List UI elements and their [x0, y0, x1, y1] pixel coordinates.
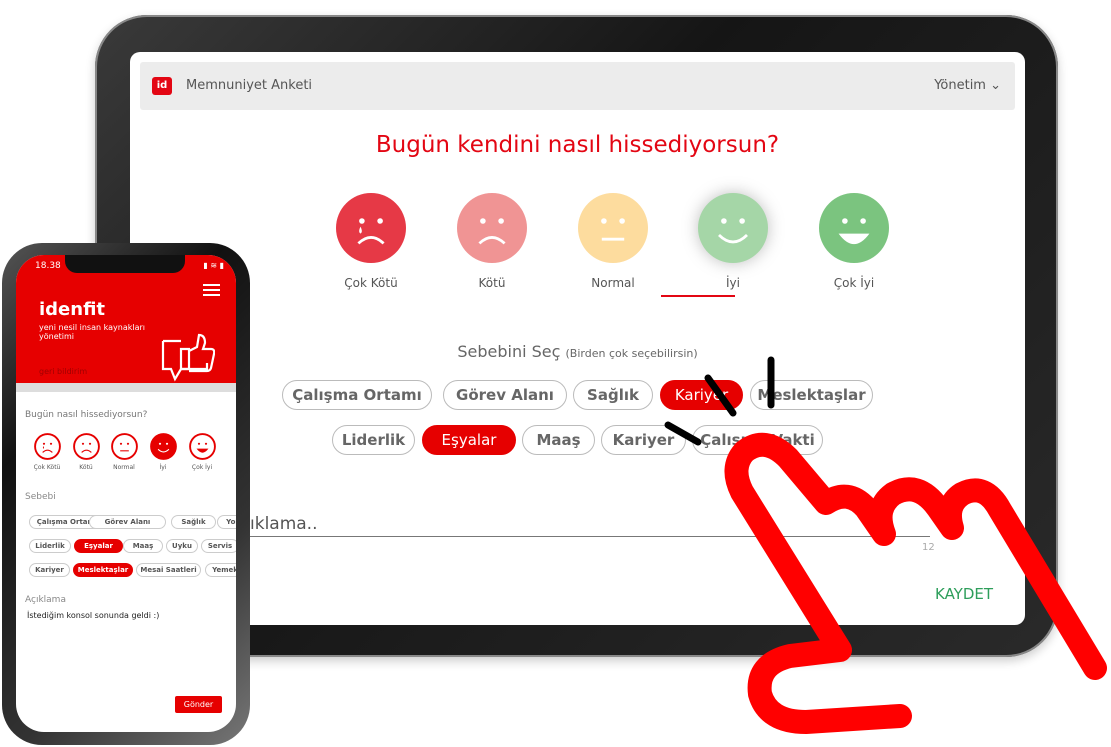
- phone-reason-chip[interactable]: Sağlık: [171, 515, 216, 529]
- reason-chip[interactable]: Çalışma Ortamı: [282, 380, 432, 410]
- phone-reason-chip[interactable]: Yemek: [205, 563, 236, 577]
- top-bar: id Memnuniyet Anketi Yönetim ⌄: [140, 62, 1015, 110]
- send-button[interactable]: Gönder: [175, 696, 222, 713]
- phone-reason-chip[interactable]: Eşyalar: [74, 539, 123, 553]
- brand-tagline: yeni nesil insan kaynakları yönetimi: [39, 323, 145, 341]
- phone-notch: [65, 255, 185, 273]
- mood-label: Kötü: [478, 276, 506, 290]
- face-icon: [336, 193, 406, 263]
- app-logo: id: [152, 77, 172, 95]
- phone-reason-title: Sebebi: [25, 492, 56, 502]
- face-icon: [819, 193, 889, 263]
- reason-chip[interactable]: Sağlık: [573, 380, 653, 410]
- management-menu[interactable]: Yönetim ⌄: [934, 77, 1001, 95]
- reason-title: Sebebini Seç (Birden çok seçebilirsin): [130, 342, 1025, 361]
- reason-chip[interactable]: Kariyer: [601, 425, 686, 455]
- reason-title-text: Sebebini Seç: [457, 342, 561, 361]
- mood-question: Bugün kendini nasıl hissediyorsun?: [375, 132, 780, 158]
- reason-chip[interactable]: Maaş: [522, 425, 595, 455]
- phone-mood-label: Kötü: [79, 464, 93, 471]
- phone-mood-option[interactable]: [34, 433, 61, 460]
- status-time: 18.38: [35, 261, 61, 271]
- hamburger-menu-icon[interactable]: [203, 284, 220, 296]
- save-button[interactable]: KAYDET: [935, 585, 993, 603]
- selected-mood-underline: [661, 295, 735, 297]
- mood-label: İyi: [726, 276, 740, 290]
- phone-reason-chip[interactable]: Servis: [201, 539, 236, 553]
- phone-reason-chip[interactable]: Mesai Saatleri: [136, 563, 201, 577]
- reason-chip[interactable]: Meslektaşlar: [750, 380, 873, 410]
- phone-mood-option[interactable]: [150, 433, 177, 460]
- phone-reason-chip[interactable]: Maaş: [123, 539, 163, 553]
- face-icon: [73, 433, 100, 460]
- tablet-screen: id Memnuniyet Anketi Yönetim ⌄ Bugün ken…: [130, 52, 1025, 625]
- phone-mood-option[interactable]: [73, 433, 100, 460]
- phone-mood-question: Bugün nasıl hissediyorsun?: [25, 410, 148, 420]
- thumbs-up-icon: [161, 333, 215, 382]
- phone-description-label: Açıklama: [25, 595, 66, 605]
- char-counter: 12: [922, 542, 935, 553]
- phone-reason-chip[interactable]: Uyku: [166, 539, 198, 553]
- reason-chip[interactable]: Liderlik: [332, 425, 415, 455]
- status-icons: ▮ ≋ ▮: [203, 261, 224, 270]
- face-icon: [457, 193, 527, 263]
- phone-reason-chip[interactable]: Liderlik: [29, 539, 71, 553]
- section-label: geri bildirim: [39, 367, 88, 376]
- app-title: Memnuniyet Anketi: [186, 78, 313, 93]
- phone-description-input[interactable]: İstediğim konsol sonunda geldi :): [27, 611, 159, 620]
- phone-mood-label: İyi: [159, 464, 167, 471]
- phone-mood-option[interactable]: [111, 433, 138, 460]
- phone-mood-option[interactable]: [189, 433, 216, 460]
- phone-mood-label: Çok Kötü: [33, 464, 61, 471]
- description-underline: [250, 536, 930, 537]
- face-icon: [698, 193, 768, 263]
- phone-mood-label: Çok İyi: [191, 464, 213, 471]
- phone-mood-label: Normal: [113, 464, 135, 471]
- mood-label: Normal: [591, 276, 635, 290]
- reason-chip[interactable]: Eşyalar: [422, 425, 516, 455]
- face-icon: [578, 193, 648, 263]
- phone-reason-chip[interactable]: Görev Alanı: [89, 515, 166, 529]
- header-divider: [16, 383, 236, 392]
- phone-screen: 18.38 ▮ ≋ ▮ idenfit yeni nesil insan kay…: [16, 255, 236, 732]
- mood-option[interactable]: [457, 193, 527, 263]
- phone-header: 18.38 ▮ ≋ ▮ idenfit yeni nesil insan kay…: [16, 255, 236, 383]
- reason-chip[interactable]: Kariyer: [660, 380, 743, 410]
- mood-option[interactable]: [336, 193, 406, 263]
- face-icon: [189, 433, 216, 460]
- mood-label: Çok Kötü: [344, 276, 398, 290]
- reason-chip[interactable]: Görev Alanı: [443, 380, 567, 410]
- mood-option[interactable]: [578, 193, 648, 263]
- mood-label: Çok İyi: [833, 276, 875, 290]
- mood-option[interactable]: [698, 193, 768, 263]
- description-input[interactable]: ıklama..: [250, 514, 318, 534]
- reason-chip[interactable]: Çalışma Vakti: [692, 425, 823, 455]
- face-icon: [150, 433, 177, 460]
- phone-reason-chip[interactable]: Yol: [217, 515, 236, 529]
- phone-reason-chip[interactable]: Kariyer: [29, 563, 70, 577]
- face-icon: [34, 433, 61, 460]
- brand-logo: idenfit: [39, 299, 106, 320]
- face-icon: [111, 433, 138, 460]
- reason-hint: (Birden çok seçebilirsin): [565, 347, 698, 360]
- mood-option[interactable]: [819, 193, 889, 263]
- phone-reason-chip[interactable]: Meslektaşlar: [73, 563, 133, 577]
